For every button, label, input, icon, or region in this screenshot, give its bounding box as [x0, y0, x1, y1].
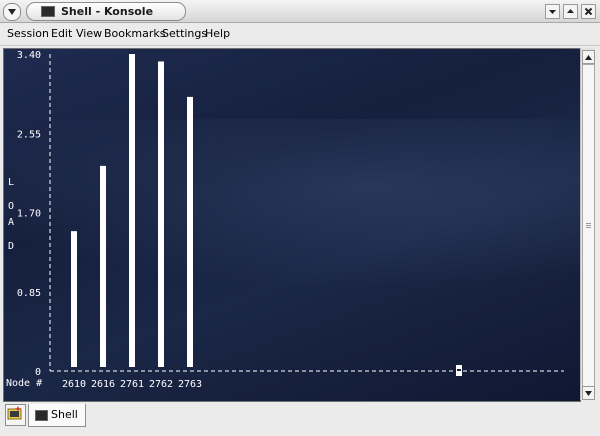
session-tab-bar: Shell: [0, 402, 600, 436]
bar: [187, 96, 193, 367]
bar: [100, 165, 106, 367]
vertical-scrollbar[interactable]: [580, 48, 595, 400]
x-tick-label: 2610: [62, 379, 86, 390]
minimize-icon: [549, 10, 556, 14]
y-axis-label-l: L: [8, 177, 15, 188]
x-tick-label: 2762: [149, 379, 173, 390]
x-tick-label: 2761: [120, 379, 144, 390]
scroll-thumb[interactable]: [582, 64, 595, 388]
new-session-icon: [7, 406, 22, 420]
bar: [158, 61, 164, 367]
x-axis-label: Node #: [6, 378, 43, 389]
terminal-area[interactable]: 3.40 2.55 1.70 0.85 0 2610 2616 2761 2762 2763 L …: [3, 48, 581, 402]
menu-bar: Session Edit View Bookmarks Settings Hel…: [0, 23, 600, 46]
chevron-down-icon: [8, 9, 16, 15]
y-tick-label: 3.40: [17, 50, 41, 61]
terminal-icon: [41, 6, 55, 17]
title-bar: Shell - Konsole: [0, 0, 600, 23]
menu-edit[interactable]: Edit: [51, 27, 72, 41]
scroll-up-button[interactable]: [582, 50, 595, 64]
grip-line: [586, 227, 591, 228]
grip-line: [586, 223, 591, 224]
terminal-icon: [35, 410, 48, 421]
menu-bookmarks[interactable]: Bookmarks: [104, 27, 165, 41]
load-chart: 3.40 2.55 1.70 0.85 0 2610 2616 2761 2762 2763: [17, 50, 564, 390]
window-title-pill: Shell - Konsole: [26, 2, 186, 21]
new-session-button[interactable]: [5, 404, 26, 426]
arrow-up-icon: [585, 54, 592, 60]
maximize-icon: [567, 9, 574, 13]
y-tick-label: 1.70: [17, 209, 41, 220]
arrow-down-icon: [585, 390, 592, 396]
scroll-down-button[interactable]: [582, 386, 595, 400]
y-axis-label-a: A: [8, 217, 15, 228]
window-menu-button[interactable]: [3, 3, 21, 21]
y-tick-label: 0.85: [17, 288, 41, 299]
y-axis-label-d: D: [8, 241, 15, 252]
bar: [71, 231, 77, 367]
menu-settings[interactable]: Settings: [162, 27, 207, 41]
window-title: Shell - Konsole: [61, 5, 154, 18]
terminal-cursor-notch: [457, 369, 461, 371]
grip-line: [586, 225, 591, 226]
menu-help[interactable]: Help: [205, 27, 230, 41]
tab-label: Shell: [51, 408, 78, 421]
menu-session[interactable]: Session: [7, 27, 49, 41]
x-tick-label: 2616: [91, 379, 115, 390]
menu-view[interactable]: View: [76, 27, 102, 41]
x-tick-label: 2763: [178, 379, 202, 390]
y-tick-label: 2.55: [17, 129, 41, 140]
y-axis-label-o: O: [8, 201, 15, 212]
close-icon: [584, 7, 593, 16]
close-button[interactable]: [581, 4, 596, 19]
maximize-button[interactable]: [563, 4, 578, 19]
bar: [129, 54, 135, 367]
minimize-button[interactable]: [545, 4, 560, 19]
y-tick-label: 0: [35, 367, 41, 378]
tab-shell[interactable]: Shell: [28, 404, 86, 427]
